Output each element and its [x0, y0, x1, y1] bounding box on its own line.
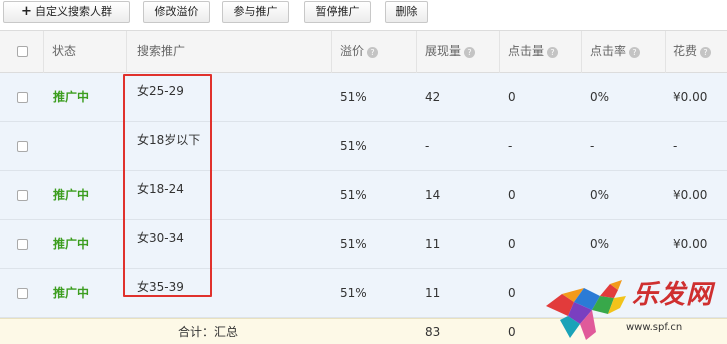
table-header: 状态 搜索推广 溢价? 展现量? 点击量? 点击率? 花费? — [0, 31, 727, 73]
row-clicks: 0 — [508, 90, 516, 104]
help-icon[interactable]: ? — [367, 47, 379, 58]
plus-icon: + — [21, 4, 32, 19]
row-status: 推广中 — [53, 90, 90, 104]
join-promotion-button[interactable]: 参与推广 — [222, 1, 289, 23]
header-cost-label: 花费 — [673, 44, 698, 58]
total-impressions: 83 — [425, 325, 441, 339]
header-premium-label: 溢价 — [340, 44, 365, 58]
row-cost: ¥0.00 — [673, 188, 708, 202]
header-ctr-label: 点击率 — [590, 44, 627, 58]
total-clicks: 0 — [508, 325, 516, 339]
row-cost: ¥0.00 — [673, 237, 708, 251]
header-impressions[interactable]: 展现量? — [425, 31, 476, 73]
header-impressions-label: 展现量 — [425, 44, 462, 58]
row-clicks: 0 — [508, 286, 516, 300]
row-ctr: - — [590, 139, 595, 153]
row-premium[interactable]: 51% — [340, 171, 367, 220]
row-checkbox[interactable] — [17, 239, 28, 250]
row-impressions: 11 — [425, 237, 441, 251]
help-icon[interactable]: ? — [700, 47, 712, 58]
edit-premium-button[interactable]: 修改溢价 — [143, 1, 210, 23]
row-clicks: 0 — [508, 188, 516, 202]
row-checkbox[interactable] — [17, 190, 28, 201]
row-ctr: 0% — [590, 188, 610, 202]
row-checkbox[interactable] — [17, 92, 28, 103]
row-impressions: - — [425, 139, 430, 153]
total-label: 合计：汇总 — [178, 325, 239, 339]
header-premium[interactable]: 溢价? — [340, 31, 379, 73]
header-search-promo[interactable]: 搜索推广 — [137, 31, 185, 73]
help-icon[interactable]: ? — [629, 47, 641, 58]
row-premium[interactable]: 51% — [340, 122, 367, 171]
row-clicks: - — [508, 139, 513, 153]
table-row[interactable]: 女18岁以下 51% - - - - — [0, 122, 727, 171]
row-impressions: 11 — [425, 286, 441, 300]
row-impressions: 14 — [425, 188, 441, 202]
row-status: 推广中 — [53, 188, 90, 202]
row-cost: ¥0.00 — [673, 90, 708, 104]
header-clicks[interactable]: 点击量? — [508, 31, 559, 73]
row-impressions: 42 — [425, 90, 441, 104]
row-premium[interactable]: 51% — [340, 220, 367, 269]
header-cost[interactable]: 花费? — [673, 31, 712, 73]
row-clicks: 0 — [508, 237, 516, 251]
header-status[interactable]: 状态 — [52, 31, 76, 73]
row-premium[interactable]: 51% — [340, 73, 367, 122]
bull-logo-icon — [546, 280, 626, 340]
table-row[interactable]: 推广中 女25-29 51% 42 0 0% ¥0.00 — [0, 73, 727, 122]
row-cost: - — [673, 139, 678, 153]
row-status: 推广中 — [53, 286, 90, 300]
watermark-text: 乐发网 — [632, 280, 714, 310]
table-row[interactable]: 推广中 女18-24 51% 14 0 0% ¥0.00 — [0, 171, 727, 220]
select-all-checkbox[interactable] — [17, 46, 28, 57]
delete-button[interactable]: 删除 — [385, 1, 428, 23]
toolbar: + 自定义搜索人群 修改溢价 参与推广 暂停推广 删除 — [0, 0, 727, 30]
help-icon[interactable]: ? — [464, 47, 476, 58]
highlight-box — [123, 74, 212, 297]
add-custom-audience-button[interactable]: + 自定义搜索人群 — [3, 1, 130, 23]
row-status: 推广中 — [53, 237, 90, 251]
add-custom-audience-label: 自定义搜索人群 — [34, 5, 112, 18]
row-ctr: 0% — [590, 90, 610, 104]
header-clicks-label: 点击量 — [508, 44, 545, 58]
row-premium[interactable]: 51% — [340, 269, 367, 318]
row-ctr: 0% — [590, 237, 610, 251]
row-checkbox[interactable] — [17, 141, 28, 152]
row-checkbox[interactable] — [17, 288, 28, 299]
header-ctr[interactable]: 点击率? — [590, 31, 641, 73]
pause-promotion-button[interactable]: 暂停推广 — [304, 1, 371, 23]
watermark-url: www.spf.cn — [626, 322, 683, 333]
table-row[interactable]: 推广中 女30-34 51% 11 0 0% ¥0.00 — [0, 220, 727, 269]
help-icon[interactable]: ? — [547, 47, 559, 58]
watermark: 乐发网 www.spf.cn — [540, 276, 727, 344]
